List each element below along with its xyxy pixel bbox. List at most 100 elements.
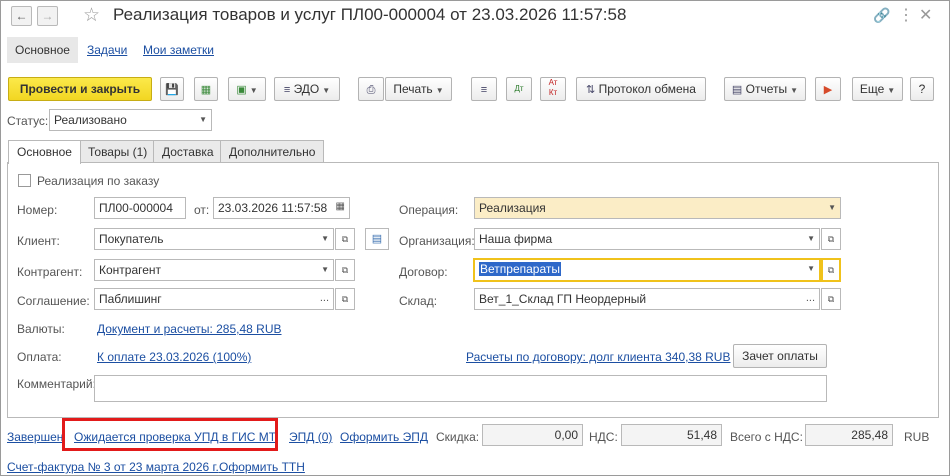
agreement-label: Соглашение: — [17, 294, 90, 308]
organization-open-button[interactable]: ⧉ — [821, 228, 841, 250]
post-document-icon: ▦ — [200, 84, 212, 96]
post-button[interactable]: ▦ — [194, 77, 218, 101]
post-and-close-button[interactable]: Провести и закрыть — [8, 77, 152, 101]
discount-label: Скидка: — [436, 430, 480, 444]
printer-icon: ⎙ — [366, 84, 376, 96]
reports-button[interactable]: ▤ Отчеты ▼ — [724, 77, 806, 101]
dropdown-arrow-icon: ▼ — [249, 86, 258, 95]
create-based-icon: ▣ — [236, 84, 247, 96]
contract-select[interactable]: Ветпрепараты ▼ — [473, 258, 821, 282]
offset-payment-button[interactable]: Зачет оплаты — [733, 344, 827, 368]
save-button[interactable]: 💾 — [160, 77, 184, 101]
workflow-button[interactable]: ▶ — [815, 77, 841, 101]
ellipsis-icon[interactable]: ... — [806, 289, 815, 307]
help-button[interactable]: ? — [910, 77, 934, 101]
client-select[interactable]: Покупатель ▼ — [94, 228, 334, 250]
number-label: Номер: — [17, 203, 58, 217]
at-kt-icon: Ат Кт — [548, 78, 558, 97]
counterparty-select[interactable]: Контрагент ▼ — [94, 259, 334, 281]
back-button[interactable]: ← — [11, 6, 32, 26]
ellipsis-icon[interactable]: ... — [320, 289, 329, 307]
settlements-link[interactable]: Расчеты по договору: долг клиента 340,38… — [466, 350, 730, 364]
edo-button[interactable]: ≡ ЭДО ▼ — [274, 77, 340, 101]
currency-link[interactable]: Документ и расчеты: 285,48 RUB — [97, 322, 282, 336]
open-icon: ⧉ — [827, 294, 835, 304]
contract-open-button[interactable]: ⧉ — [821, 258, 841, 282]
document-window: ← → ☆ Реализация товаров и услуг ПЛ00-00… — [0, 0, 950, 476]
payment-link[interactable]: К оплате 23.03.2026 (100%) — [97, 350, 251, 364]
agreement-select[interactable]: Паблишинг ... — [94, 288, 334, 310]
contact-card-icon: ▤ — [371, 233, 383, 245]
close-icon[interactable]: ✕ — [919, 5, 932, 25]
tab-additional[interactable]: Дополнительно — [220, 140, 325, 163]
at-kt-button[interactable]: Ат Кт — [540, 77, 566, 101]
client-card-button[interactable]: ▤ — [365, 228, 389, 250]
section-notes[interactable]: Мои заметки — [143, 37, 214, 63]
link-icon[interactable]: 🔗 — [873, 7, 890, 24]
chevron-down-icon: ▼ — [321, 234, 329, 243]
arrow-right-icon: → — [41, 9, 54, 23]
forward-button[interactable]: → — [37, 6, 58, 26]
number-input[interactable]: ПЛ00-000004 — [94, 197, 186, 219]
edo-icon: ≡ — [283, 84, 291, 96]
warehouse-select[interactable]: Вет_1_Склад ГП Неордерный ... — [474, 288, 820, 310]
client-open-button[interactable]: ⧉ — [335, 228, 355, 250]
invoice-link[interactable]: Счет-фактура № 3 от 23 марта 2026 г. — [7, 460, 219, 474]
exchange-protocol-button[interactable]: ⇅ Протокол обмена — [576, 77, 706, 101]
print-preview-button[interactable]: ⎙ — [358, 77, 384, 101]
vat-label: НДС: — [589, 430, 618, 444]
play-icon: ▶ — [823, 84, 833, 96]
by-order-label: Реализация по заказу — [37, 174, 160, 188]
organization-select[interactable]: Наша фирма ▼ — [474, 228, 820, 250]
warehouse-label: Склад: — [399, 294, 438, 308]
comment-input[interactable] — [94, 375, 827, 402]
completed-link[interactable]: Завершен — [7, 430, 63, 444]
by-order-checkbox[interactable] — [18, 174, 31, 187]
date-input[interactable]: 23.03.2026 11:57:58 ▦ — [213, 197, 350, 219]
arrow-left-icon: ← — [15, 9, 28, 23]
save-icon: 💾 — [165, 84, 179, 96]
dropdown-arrow-icon: ▼ — [435, 86, 444, 95]
payment-label: Оплата: — [17, 350, 62, 364]
highlight-box — [62, 418, 278, 451]
more-icon[interactable]: ⋮ — [898, 5, 914, 25]
make-ttn-link[interactable]: Оформить ТТН — [219, 460, 305, 474]
epd-link[interactable]: ЭПД (0) — [289, 430, 332, 444]
tab-goods[interactable]: Товары (1) — [79, 140, 157, 163]
exchange-icon: ⇅ — [586, 84, 596, 96]
operation-select[interactable]: Реализация ▼ — [474, 197, 841, 219]
chevron-down-icon: ▼ — [828, 203, 836, 212]
create-based-on-button[interactable]: ▣ ▼ — [228, 77, 266, 101]
client-label: Клиент: — [17, 234, 60, 248]
status-select[interactable]: Реализовано ▼ — [49, 109, 212, 131]
warehouse-open-button[interactable]: ⧉ — [821, 288, 841, 310]
dt-kt-button[interactable]: Дт — [506, 77, 532, 101]
tab-main[interactable]: Основное — [8, 140, 81, 164]
chevron-down-icon: ▼ — [807, 264, 815, 273]
currency-code: RUB — [904, 430, 930, 444]
open-icon: ⧉ — [827, 265, 835, 275]
journal-button[interactable]: ≡ — [471, 77, 497, 101]
status-label: Статус: — [7, 114, 49, 128]
tab-delivery[interactable]: Доставка — [153, 140, 223, 163]
journal-icon: ≡ — [480, 84, 488, 96]
dropdown-arrow-icon: ▼ — [790, 86, 799, 95]
make-epd-link[interactable]: Оформить ЭПД — [340, 430, 428, 444]
star-icon[interactable]: ☆ — [83, 4, 100, 27]
open-icon: ⧉ — [341, 234, 349, 244]
counterparty-open-button[interactable]: ⧉ — [335, 259, 355, 281]
section-tasks[interactable]: Задачи — [87, 37, 127, 63]
discount-value: 0,00 — [482, 424, 583, 446]
comment-label: Комментарий: — [17, 377, 96, 391]
counterparty-label: Контрагент: — [17, 265, 83, 279]
agreement-open-button[interactable]: ⧉ — [335, 288, 355, 310]
print-button[interactable]: Печать ▼ — [385, 77, 452, 101]
total-value: 285,48 — [805, 424, 893, 446]
calendar-icon[interactable]: ▦ — [336, 198, 345, 216]
more-button[interactable]: Еще ▼ — [852, 77, 903, 101]
section-main[interactable]: Основное — [7, 37, 78, 63]
reports-icon: ▤ — [731, 84, 743, 96]
title-bar: ← → ☆ Реализация товаров и услуг ПЛ00-00… — [1, 1, 949, 33]
contract-label: Договор: — [399, 265, 448, 279]
dt-kt-icon: Дт — [514, 84, 524, 93]
